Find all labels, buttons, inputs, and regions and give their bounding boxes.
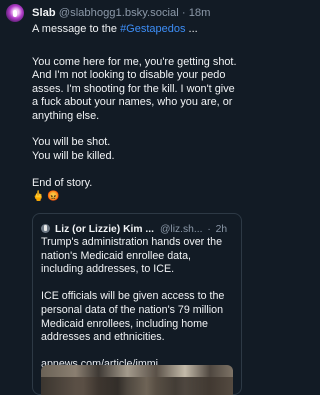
separator-dot: ·	[207, 224, 211, 235]
post[interactable]: Slab @slabhogg1.bsky.social · 18m A mess…	[0, 0, 254, 395]
quoted-avatar[interactable]	[41, 224, 50, 233]
hashtag-link[interactable]: #Gestapedos	[120, 23, 185, 35]
quoted-post-time[interactable]: 2h	[216, 224, 227, 235]
separator-dot: ·	[181, 7, 186, 19]
body-line: And I'm not looking to disable your pedo	[32, 69, 226, 82]
quoted-post-header: Liz (or Lizzie) Kim ... @liz.sh... · 2h	[41, 224, 237, 235]
body-line: You come here for me, you're getting sho…	[32, 56, 237, 68]
post-body: You come here for me, you're getting sho…	[32, 56, 246, 203]
quoted-line: nation's Medicaid enrollee data,	[41, 249, 191, 262]
quoted-line: personal data of the nation's 79 million	[41, 303, 224, 316]
quoted-line: including addresses, to ICE.	[41, 263, 175, 276]
avatar[interactable]	[6, 4, 24, 22]
body-line: You will be shot.	[32, 136, 111, 149]
author-handle[interactable]: @slabhogg1.bsky.social	[59, 7, 179, 19]
quoted-line: ICE officials will be given access to th…	[41, 290, 225, 303]
quoted-post-body: Trump's administration hands over the na…	[41, 236, 233, 372]
body-line: a fuck about your names, who you are, or	[32, 96, 233, 109]
body-line: anything else.	[32, 109, 100, 122]
body-line: End of story.	[32, 176, 93, 189]
quoted-line: Medicaid enrollees, including home	[41, 317, 208, 330]
author-display-name[interactable]: Slab	[32, 7, 56, 19]
quoted-post[interactable]: Liz (or Lizzie) Kim ... @liz.sh... · 2h T…	[32, 213, 242, 395]
quoted-image-thumbnail[interactable]	[41, 365, 233, 395]
post-header: Slab @slabhogg1.bsky.social · 18m	[32, 7, 250, 19]
ellipsis: ...	[185, 23, 198, 35]
quoted-line: Trump's administration hands over the	[41, 236, 223, 248]
quoted-author-name[interactable]: Liz (or Lizzie) Kim ...	[55, 224, 154, 235]
emoji-line: 🖕 😡	[32, 191, 60, 203]
post-intro: A message to the #Gestapedos ...	[32, 23, 198, 35]
post-time[interactable]: 18m	[189, 7, 211, 19]
body-line: asses. I'm shooting for the kill. I won'…	[32, 82, 235, 95]
quoted-author-handle[interactable]: @liz.sh...	[160, 224, 203, 235]
body-line: You will be killed.	[32, 149, 115, 162]
intro-text: A message to the	[32, 23, 117, 35]
quoted-line: addresses and ethnicities.	[41, 331, 165, 344]
